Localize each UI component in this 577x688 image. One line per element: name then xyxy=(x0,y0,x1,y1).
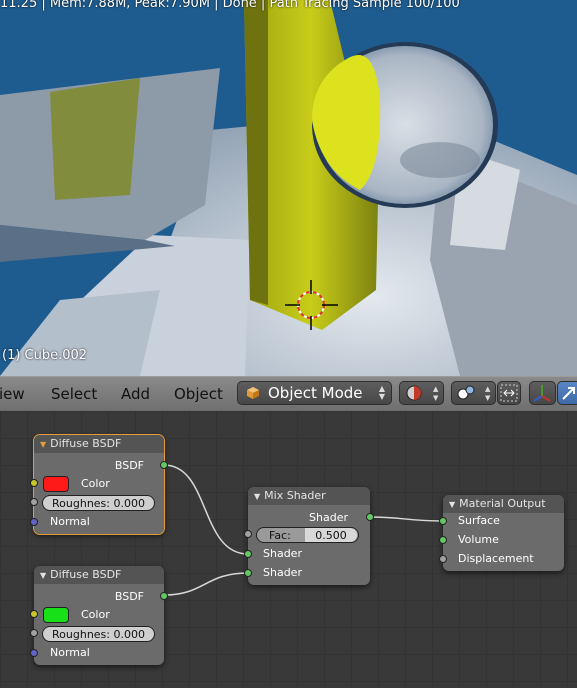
input-label-surface: Surface xyxy=(458,514,500,527)
input-label-color: Color xyxy=(81,608,110,621)
dropdown-arrows-icon: ▲ ▼ xyxy=(378,384,385,401)
menu-add[interactable]: Add xyxy=(121,385,150,403)
roughness-field[interactable]: Roughnes: 0.000 xyxy=(42,626,155,642)
input-label-color: Color xyxy=(81,477,110,490)
node-title: Diffuse BSDF xyxy=(50,437,122,450)
input-label-shader-1: Shader xyxy=(263,547,302,560)
input-socket-surface[interactable] xyxy=(439,517,447,525)
rendered-scene xyxy=(0,0,577,376)
input-socket-color[interactable] xyxy=(30,610,38,618)
menu-view[interactable]: iew xyxy=(0,385,25,403)
pivot-point-dropdown[interactable]: ▲ ▼ xyxy=(451,381,496,405)
input-socket-normal[interactable] xyxy=(30,518,38,526)
fac-value: 0.500 xyxy=(305,528,357,542)
link-diffuse2-mix xyxy=(163,572,249,596)
output-label-bsdf: BSDF xyxy=(114,590,144,603)
node-title: Material Output xyxy=(459,497,546,510)
menu-object[interactable]: Object xyxy=(174,385,223,403)
node-title: Diffuse BSDF xyxy=(50,568,122,581)
input-socket-shader-1[interactable] xyxy=(244,550,252,558)
output-socket-bsdf[interactable] xyxy=(160,592,168,600)
node-title: Mix Shader xyxy=(264,489,326,502)
input-socket-normal[interactable] xyxy=(30,649,38,657)
menu-select[interactable]: Select xyxy=(51,385,97,403)
viewport-header: iew Select Add Object Object Mode ▲ ▼ ▲ ▼… xyxy=(0,376,577,412)
fac-label: Fac: xyxy=(269,529,291,542)
input-socket-roughness[interactable] xyxy=(30,498,38,506)
object-mode-label: Object Mode xyxy=(268,384,363,402)
input-socket-volume[interactable] xyxy=(439,536,447,544)
svg-text:▲: ▲ xyxy=(433,385,439,393)
node-editor[interactable]: ▼ Diffuse BSDF BSDF Color Roughnes: 0.000… xyxy=(0,411,577,688)
viewport-shading-dropdown[interactable]: ▲ ▼ xyxy=(399,381,444,405)
input-socket-roughness[interactable] xyxy=(30,629,38,637)
pivot-icon: ▲ ▼ xyxy=(457,385,491,402)
color-swatch-green[interactable] xyxy=(43,607,69,623)
input-socket-shader-2[interactable] xyxy=(244,569,252,577)
3d-viewport[interactable]: 11.25 | Mem:7.88M, Peak:7.90M | Done | P… xyxy=(0,0,577,376)
link-diffuse1-mix xyxy=(163,464,249,555)
collapse-triangle-icon[interactable]: ▼ xyxy=(40,440,46,449)
output-label-shader: Shader xyxy=(309,511,348,524)
collapse-triangle-icon[interactable]: ▼ xyxy=(449,500,455,509)
node-material-output[interactable]: ▼ Material Output Surface Volume Displace… xyxy=(439,495,564,571)
object-mode-dropdown[interactable]: Object Mode ▲ ▼ xyxy=(237,381,392,405)
output-label-bsdf: BSDF xyxy=(114,459,144,472)
collapse-triangle-icon[interactable]: ▼ xyxy=(254,492,260,501)
svg-text:▲: ▲ xyxy=(485,385,491,393)
input-socket-color[interactable] xyxy=(30,479,38,487)
manipulator-toggle[interactable] xyxy=(529,381,556,405)
input-label-normal: Normal xyxy=(50,646,90,659)
cube-icon xyxy=(247,387,259,399)
render-status-text: 11.25 | Mem:7.88M, Peak:7.90M | Done | P… xyxy=(0,0,460,11)
node-diffuse-bsdf-1[interactable]: ▼ Diffuse BSDF BSDF Color Roughnes: 0.000… xyxy=(30,434,168,535)
link-mix-output xyxy=(369,516,444,522)
input-label-shader-2: Shader xyxy=(263,566,302,579)
input-label-displacement: Displacement xyxy=(458,552,534,565)
active-object-label: (1) Cube.002 xyxy=(2,348,88,363)
output-socket-shader[interactable] xyxy=(366,513,374,521)
input-socket-displacement[interactable] xyxy=(439,555,447,563)
input-label-volume: Volume xyxy=(458,533,499,546)
input-socket-fac[interactable] xyxy=(244,530,252,538)
fac-field[interactable]: Fac: 0.500 xyxy=(256,527,359,543)
color-swatch-red[interactable] xyxy=(43,476,69,492)
svg-text:▼: ▼ xyxy=(433,394,439,402)
viewport-shading-icon: ▲ ▼ xyxy=(406,385,439,402)
snap-icon xyxy=(500,384,518,402)
svg-text:▼: ▼ xyxy=(485,394,491,402)
input-label-normal: Normal xyxy=(50,515,90,528)
node-mix-shader[interactable]: ▼ Mix Shader Shader Fac: 0.500 Shader Sha… xyxy=(244,487,374,585)
roughness-field[interactable]: Roughnes: 0.000 xyxy=(42,495,155,511)
translate-icon xyxy=(562,387,575,400)
snap-toggle[interactable] xyxy=(497,381,521,405)
node-diffuse-bsdf-2[interactable]: ▼ Diffuse BSDF BSDF Color Roughnes: 0.000… xyxy=(30,566,168,665)
manipulator-icon xyxy=(533,385,551,402)
translate-toggle[interactable] xyxy=(557,381,577,405)
output-socket-bsdf[interactable] xyxy=(160,461,168,469)
collapse-triangle-icon[interactable]: ▼ xyxy=(40,571,46,580)
